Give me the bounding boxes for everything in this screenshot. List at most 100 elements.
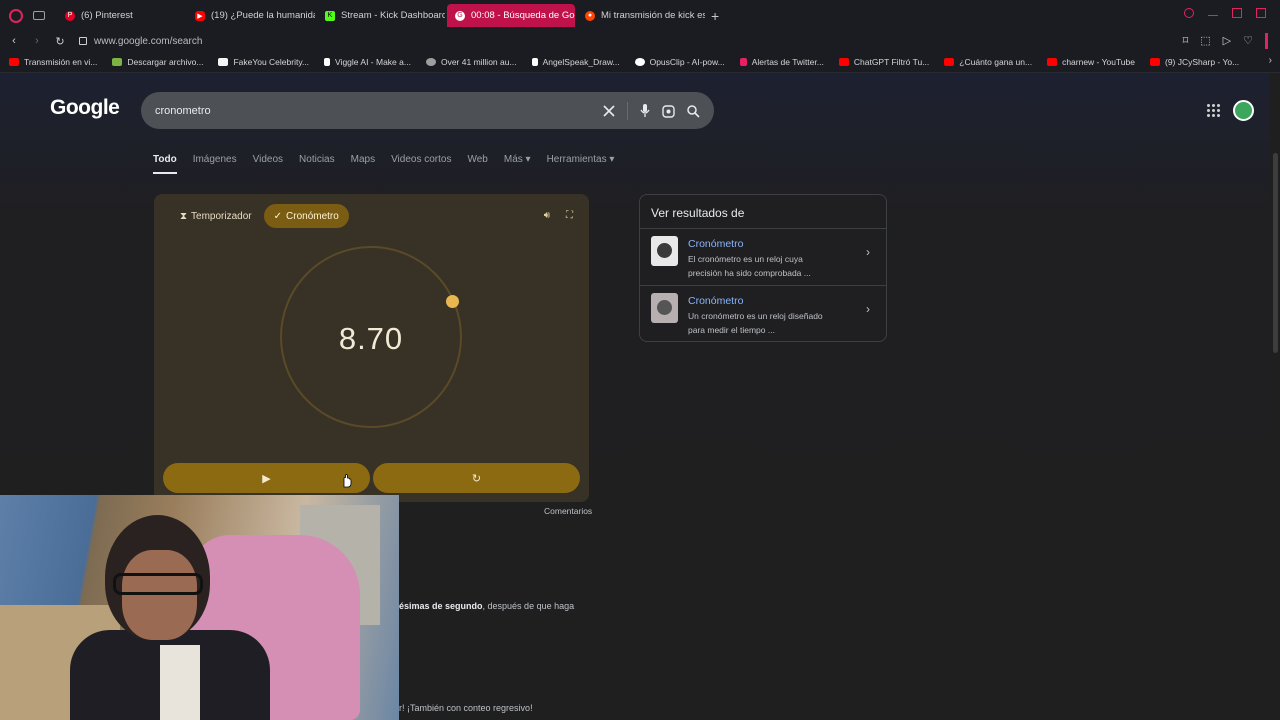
tab-menu-icon[interactable] — [33, 11, 45, 20]
avatar[interactable] — [1233, 100, 1254, 121]
bookmarks-more-icon[interactable]: › — [1269, 55, 1272, 66]
maximize-icon[interactable] — [1232, 8, 1242, 18]
tab-mas[interactable]: Más ▾ — [504, 154, 531, 174]
stopwatch-tab[interactable]: ✓ Cronómetro — [263, 204, 349, 228]
bookmark-item[interactable]: Descargar archivo... — [112, 57, 203, 67]
bookmark-item[interactable]: Over 41 million au... — [425, 56, 517, 67]
close-icon[interactable] — [1256, 8, 1266, 18]
google-logo[interactable]: Google — [50, 96, 120, 120]
tab-bar: P (6) Pinterest ▶ (19) ¿Puede la humanid… — [0, 0, 1280, 31]
snapshot-icon[interactable]: ⬚ — [1200, 34, 1210, 49]
clear-icon[interactable] — [603, 105, 615, 117]
tab-kick[interactable]: K Stream - Kick Dashboard — [317, 4, 445, 27]
feedback-link[interactable]: Comentarios — [544, 506, 592, 516]
fullscreen-icon[interactable]: ⛶ — [566, 210, 573, 221]
bookmark-item[interactable]: (9) JCySharp - Yo... — [1150, 57, 1239, 67]
heart-icon[interactable]: ♡ — [1243, 34, 1253, 49]
lens-icon[interactable] — [662, 104, 675, 118]
search-divider — [627, 102, 628, 120]
tab-imagenes[interactable]: Imágenes — [193, 154, 237, 174]
panel-item[interactable]: Cronómetro Un cronómetro es un reloj dis… — [640, 285, 886, 341]
bookmarks-bar: Transmisión en vi... Descargar archivo..… — [0, 51, 1280, 73]
reddit-icon: ● — [585, 10, 595, 21]
panel-item-desc: El cronómetro es un reloj cuya precisión… — [688, 254, 811, 278]
tab-herramientas[interactable]: Herramientas ▾ — [547, 154, 615, 174]
back-icon[interactable]: ‹ — [5, 35, 23, 47]
stopwatch-tab-label: Cronómetro — [286, 210, 339, 222]
reset-button[interactable]: ↻ — [373, 463, 580, 493]
bookmark-label: (9) JCySharp - Yo... — [1165, 56, 1240, 67]
bookmark-item[interactable]: Alertas de Twitter... — [739, 57, 824, 67]
reset-icon: ↻ — [471, 472, 482, 485]
globe-icon — [425, 57, 436, 66]
search-input[interactable]: cronometro — [141, 92, 714, 129]
panel-item-name[interactable]: Cronómetro — [688, 238, 743, 250]
tab-videos-cortos[interactable]: Videos cortos — [391, 154, 451, 174]
youtube-icon — [838, 57, 849, 66]
apps-grid-icon[interactable] — [1207, 104, 1220, 117]
stopwatch-thumbnail — [651, 293, 678, 323]
tab-label: 00:08 - Búsqueda de Goo — [471, 10, 575, 21]
bookmark-item[interactable]: ChatGPT Filtró Tu... — [838, 57, 929, 67]
tab-kick-stream[interactable]: ● Mi transmisión de kick est — [577, 4, 705, 27]
scroll-thumb[interactable] — [1273, 153, 1278, 353]
search-icon[interactable] — [687, 104, 700, 118]
tab-google-search[interactable]: G 00:08 - Búsqueda de Goo — [447, 4, 575, 27]
opera-logo-icon[interactable] — [9, 8, 23, 23]
person-face — [122, 550, 197, 640]
send-icon[interactable]: ▷ — [1223, 34, 1231, 49]
bookmark-item[interactable]: AngelSpeak_Draw... — [531, 56, 620, 67]
panel-item[interactable]: Cronómetro El cronómetro es un reloj cuy… — [640, 228, 886, 284]
tab-label: (19) ¿Puede la humanidad — [211, 10, 315, 21]
search-query[interactable]: cronometro — [155, 105, 211, 117]
minimize-icon[interactable] — [1208, 8, 1218, 16]
tab-maps[interactable]: Maps — [351, 154, 375, 174]
timer-tab[interactable]: ⧗ Temporizador — [170, 204, 262, 228]
bookmark-item[interactable]: FakeYou Celebrity... — [218, 57, 309, 67]
result-snippet: r! ¡También con conteo regresivo! — [399, 703, 533, 713]
panel-item-name[interactable]: Cronómetro — [688, 295, 743, 307]
tab-label: Mi transmisión de kick est — [601, 10, 705, 21]
tiktok-icon — [531, 57, 538, 66]
chevron-right-icon[interactable]: › — [866, 245, 870, 259]
search-box-actions — [603, 102, 700, 120]
chevron-right-icon[interactable]: › — [866, 302, 870, 316]
see-results-panel: Ver resultados de Cronómetro El cronómet… — [639, 194, 887, 342]
start-button[interactable]: ▶ — [163, 463, 370, 493]
page-scrollbar[interactable] — [1270, 73, 1280, 720]
bookmark-item[interactable]: OpusClip - AI-pow... — [634, 57, 725, 67]
window-controls — [1184, 8, 1266, 18]
result-snippet: ésimas de segundo, después de que haga — [399, 601, 574, 611]
glasses — [113, 573, 203, 595]
bookmark-label: charnew - YouTube — [1062, 56, 1135, 67]
alert-icon — [739, 57, 747, 66]
bookmark-item[interactable]: Viggle AI - Make a... — [324, 57, 411, 67]
microphone-icon[interactable] — [640, 104, 650, 118]
bookmark-label: AngelSpeak_Draw... — [542, 56, 620, 67]
new-tab-icon[interactable]: + — [711, 8, 719, 24]
tab-label: Stream - Kick Dashboard — [341, 10, 445, 21]
lock-icon[interactable] — [79, 37, 87, 45]
search-tabs-icon[interactable] — [1184, 8, 1194, 18]
bookmark-item[interactable]: Transmisión en vi... — [9, 57, 97, 67]
bookmark-item[interactable]: charnew - YouTube — [1047, 57, 1135, 67]
address-bar: ‹ › ↻ www.google.com/search ⌑ ⬚ ▷ ♡ — [0, 31, 1280, 51]
tab-noticias[interactable]: Noticias — [299, 154, 335, 174]
bookmark-label: Over 41 million au... — [440, 56, 517, 67]
tab-videos[interactable]: Videos — [253, 154, 283, 174]
search-tabs: Todo Imágenes Videos Noticias Maps Video… — [153, 154, 630, 174]
cursor-icon — [343, 474, 352, 488]
sound-icon[interactable]: 🔊︎ — [544, 210, 550, 221]
tab-todo[interactable]: Todo — [153, 154, 177, 174]
tab-youtube[interactable]: ▶ (19) ¿Puede la humanidad — [187, 4, 315, 27]
pinterest-icon: P — [65, 10, 75, 21]
forward-icon[interactable]: › — [28, 35, 46, 47]
reload-icon[interactable]: ↻ — [51, 35, 69, 48]
opusclip-icon — [634, 57, 645, 66]
tab-pinterest[interactable]: P (6) Pinterest — [57, 4, 185, 27]
tab-web[interactable]: Web — [467, 154, 487, 174]
bookmark-item[interactable]: ¿Cuánto gana un... — [944, 57, 1032, 67]
sidebar-accent — [1265, 33, 1268, 49]
url-field[interactable]: www.google.com/search — [94, 36, 202, 47]
bookmark-icon[interactable]: ⌑ — [1183, 34, 1189, 49]
